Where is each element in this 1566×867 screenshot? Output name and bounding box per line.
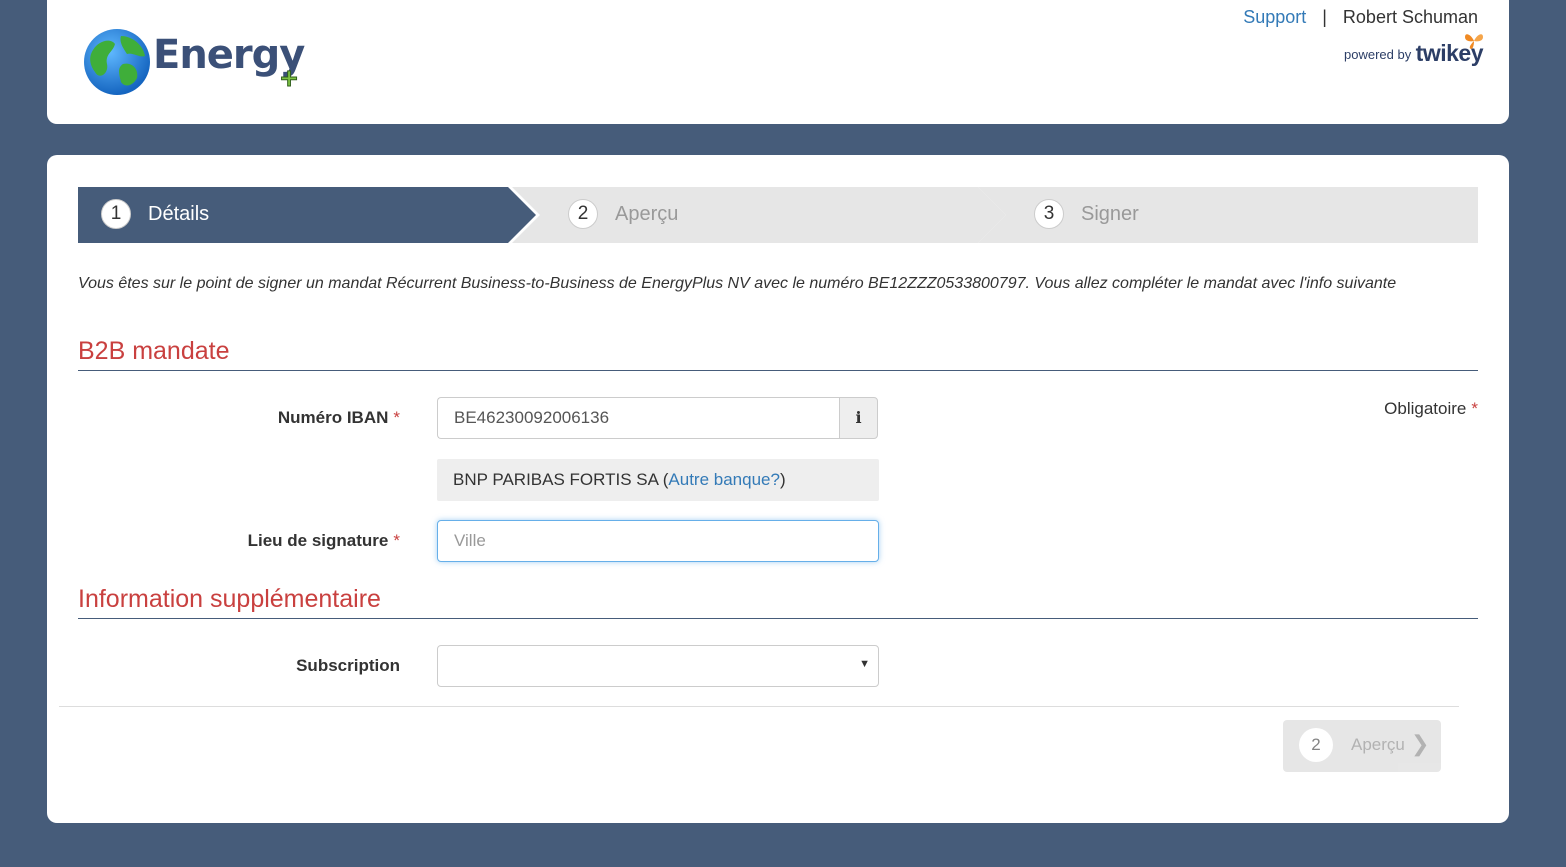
globe-icon xyxy=(84,29,150,95)
step-number: 3 xyxy=(1034,199,1064,229)
step-number: 2 xyxy=(568,199,598,229)
step-details[interactable]: 1 Détails xyxy=(78,187,538,243)
top-links-separator: | xyxy=(1322,7,1327,27)
caret-down-icon: ▼ xyxy=(859,658,870,670)
user-name: Robert Schuman xyxy=(1342,7,1478,27)
other-bank-link[interactable]: Autre banque? xyxy=(668,470,780,489)
powered-by-text: powered by xyxy=(1344,47,1412,62)
step-label: Détails xyxy=(148,203,210,225)
subscription-label: Subscription xyxy=(120,656,400,676)
required-note-text: Obligatoire xyxy=(1384,399,1467,418)
iban-input-group: BE46230092006136 i xyxy=(437,397,878,439)
required-star: * xyxy=(393,408,400,427)
iban-label: Numéro IBAN * xyxy=(120,408,400,428)
step-label: Signer xyxy=(1081,203,1139,225)
footer-divider xyxy=(59,706,1459,707)
wizard-stepper: 1 Détails 2 Aperçu 3 Signer xyxy=(78,187,1478,243)
bank-name-box: BNP PARIBAS FORTIS SA (Autre banque?) xyxy=(437,459,879,501)
step-sign[interactable]: 3 Signer xyxy=(978,187,1478,243)
step-number: 1 xyxy=(101,199,131,229)
butterfly-icon xyxy=(1465,34,1483,49)
signature-place-label: Lieu de signature * xyxy=(120,531,400,551)
energyplus-logo[interactable]: Energy + xyxy=(83,28,313,100)
subscription-label-text: Subscription xyxy=(296,656,400,675)
signature-place-label-text: Lieu de signature xyxy=(247,531,389,550)
next-step-button[interactable]: 2 Aperçu ❯ xyxy=(1283,720,1441,772)
section-title-extra: Information supplémentaire xyxy=(78,585,1478,619)
top-links: Support | Robert Schuman xyxy=(1243,7,1478,28)
step-details-bg xyxy=(78,187,536,243)
required-star: * xyxy=(1471,399,1478,418)
step-preview[interactable]: 2 Aperçu xyxy=(512,187,1012,243)
main-card: 1 Détails 2 Aperçu 3 Signer Vous êtes su… xyxy=(47,155,1509,823)
next-step-label: Aperçu xyxy=(1351,735,1405,754)
iban-input[interactable]: BE46230092006136 xyxy=(437,397,840,439)
bank-close-paren: ) xyxy=(779,470,786,489)
header-card: Energy + Support | Robert Schuman powered … xyxy=(47,0,1509,124)
next-step-number: 2 xyxy=(1299,728,1333,762)
info-icon[interactable]: i xyxy=(839,397,878,439)
subscription-select[interactable]: ▼ xyxy=(437,645,879,687)
powered-by-twikey[interactable]: powered by twikey xyxy=(1344,34,1484,67)
signature-place-input[interactable] xyxy=(437,520,879,562)
support-link[interactable]: Support xyxy=(1243,7,1306,27)
chevron-right-icon: ❯ xyxy=(1411,731,1430,756)
bank-name: BNP PARIBAS FORTIS SA ( xyxy=(453,470,669,489)
section-title-b2b: B2B mandate xyxy=(78,337,1478,371)
iban-label-text: Numéro IBAN xyxy=(277,408,389,427)
required-star: * xyxy=(393,531,400,550)
step-label: Aperçu xyxy=(615,203,679,225)
intro-text: Vous êtes sur le point de signer un mand… xyxy=(78,275,1397,292)
logo-plus-icon: + xyxy=(278,64,300,93)
required-note: Obligatoire * xyxy=(1384,399,1478,419)
